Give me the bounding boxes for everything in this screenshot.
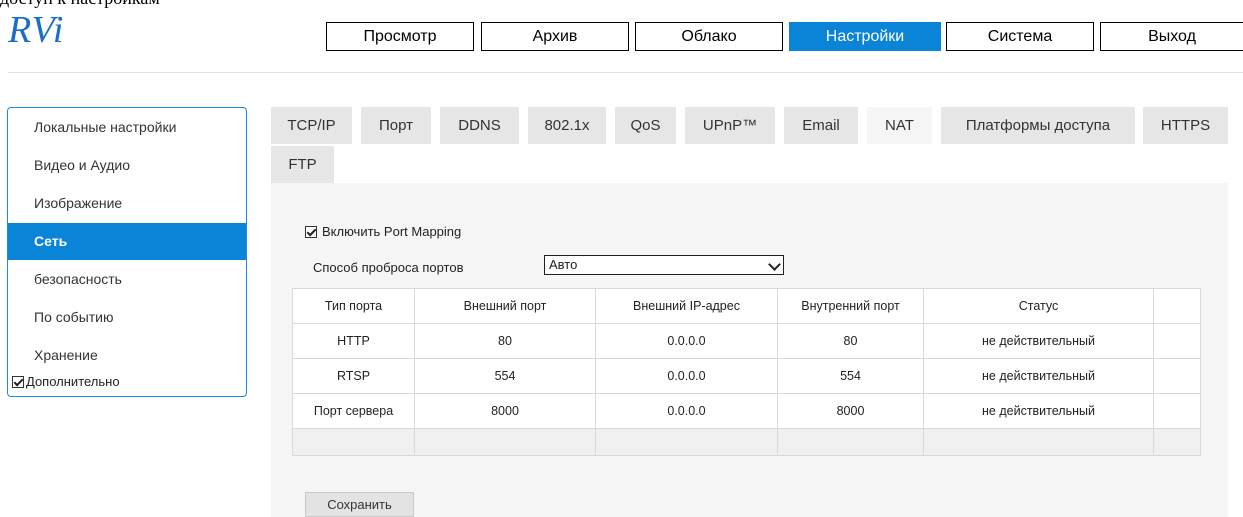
- table-cell: не действительный: [923, 393, 1154, 429]
- column-header: [1153, 288, 1201, 324]
- table-cell: 0.0.0.0: [595, 323, 778, 359]
- table-cell: не действительный: [923, 358, 1154, 394]
- table-cell: 80: [777, 323, 924, 359]
- column-header: Внешний порт: [414, 288, 596, 324]
- nav-cloud-button[interactable]: Облако: [635, 22, 783, 51]
- table-cell: HTTP: [292, 323, 415, 359]
- header-divider: [8, 72, 1243, 73]
- nav-logout-button[interactable]: Выход: [1100, 22, 1243, 51]
- sidebar-item-image[interactable]: Изображение: [8, 185, 246, 222]
- table-cell: 554: [414, 358, 596, 394]
- tab-ftp[interactable]: FTP: [271, 146, 334, 183]
- table-cell: 80: [414, 323, 596, 359]
- table-header-row: Тип порта Внешний порт Внешний IP-адрес …: [292, 288, 1201, 324]
- table-cell: [1153, 323, 1201, 359]
- table-cell: 0.0.0.0: [595, 358, 778, 394]
- table-cell: не действительный: [923, 323, 1154, 359]
- advanced-toggle[interactable]: Дополнительно: [12, 374, 120, 389]
- table-row: Порт сервера 8000 0.0.0.0 8000 не действ…: [292, 393, 1201, 429]
- tab-upnp[interactable]: UPnP™: [685, 107, 775, 144]
- clipped-top-text: доступ к настройкам: [0, 0, 1243, 8]
- tab-tcpip[interactable]: TCP/IP: [271, 107, 352, 144]
- table-cell: [1153, 428, 1201, 456]
- column-header: Внутренний порт: [777, 288, 924, 324]
- table-row: HTTP 80 0.0.0.0 80 не действительный: [292, 323, 1201, 359]
- sidebar-item-video-audio[interactable]: Видео и Аудио: [8, 147, 246, 184]
- table-cell: [595, 428, 778, 456]
- table-cell: Порт сервера: [292, 393, 415, 429]
- table-cell: 554: [777, 358, 924, 394]
- tab-ddns[interactable]: DDNS: [440, 107, 519, 144]
- port-mapping-table: Тип порта Внешний порт Внешний IP-адрес …: [292, 288, 1201, 456]
- table-cell: [1153, 393, 1201, 429]
- sidebar-item-network[interactable]: Сеть: [8, 223, 246, 260]
- table-cell: RTSP: [292, 358, 415, 394]
- column-header: Внешний IP-адрес: [595, 288, 778, 324]
- tab-port[interactable]: Порт: [361, 107, 431, 144]
- advanced-label: Дополнительно: [26, 374, 120, 389]
- save-button[interactable]: Сохранить: [305, 492, 414, 517]
- sidebar-item-storage[interactable]: Хранение: [8, 337, 246, 374]
- nav-preview-button[interactable]: Просмотр: [326, 22, 474, 51]
- table-cell: [1153, 358, 1201, 394]
- column-header: Тип порта: [292, 288, 415, 324]
- table-cell: [923, 428, 1154, 456]
- mapping-mode-label: Способ проброса портов: [313, 260, 464, 275]
- enable-port-mapping-label: Включить Port Mapping: [322, 224, 462, 239]
- chevron-down-icon: [768, 258, 781, 271]
- nav-archive-button[interactable]: Архив: [481, 22, 629, 51]
- mapping-mode-select[interactable]: Авто: [544, 255, 784, 275]
- table-cell: 8000: [777, 393, 924, 429]
- nav-settings-button[interactable]: Настройки: [789, 22, 941, 51]
- table-cell: [292, 428, 415, 456]
- column-header: Статус: [923, 288, 1154, 324]
- tab-qos[interactable]: QoS: [615, 107, 676, 144]
- nav-system-button[interactable]: Система: [946, 22, 1094, 51]
- table-cell: 8000: [414, 393, 596, 429]
- tab-8021x[interactable]: 802.1x: [528, 107, 606, 144]
- sidebar-item-events[interactable]: По событию: [8, 299, 246, 336]
- tab-email[interactable]: Email: [784, 107, 858, 144]
- sidebar-item-security[interactable]: безопасность: [8, 261, 246, 298]
- rvi-logo: RVi: [8, 9, 65, 51]
- sidebar-item-local-settings[interactable]: Локальные настройки: [8, 109, 246, 146]
- tab-access-platforms[interactable]: Платформы доступа: [941, 107, 1135, 144]
- table-row: RTSP 554 0.0.0.0 554 не действительный: [292, 358, 1201, 394]
- sidebar: Локальные настройки Видео и Аудио Изобра…: [7, 107, 247, 397]
- table-cell: [777, 428, 924, 456]
- mapping-mode-value: Авто: [549, 257, 578, 272]
- table-cell: [414, 428, 596, 456]
- advanced-checkbox[interactable]: [12, 375, 24, 388]
- tab-nat[interactable]: NAT: [867, 107, 932, 144]
- tab-https[interactable]: HTTPS: [1143, 107, 1228, 144]
- table-cell: 0.0.0.0: [595, 393, 778, 429]
- enable-port-mapping-checkbox[interactable]: [305, 225, 317, 238]
- enable-port-mapping[interactable]: Включить Port Mapping: [305, 224, 461, 239]
- table-row: [292, 428, 1201, 456]
